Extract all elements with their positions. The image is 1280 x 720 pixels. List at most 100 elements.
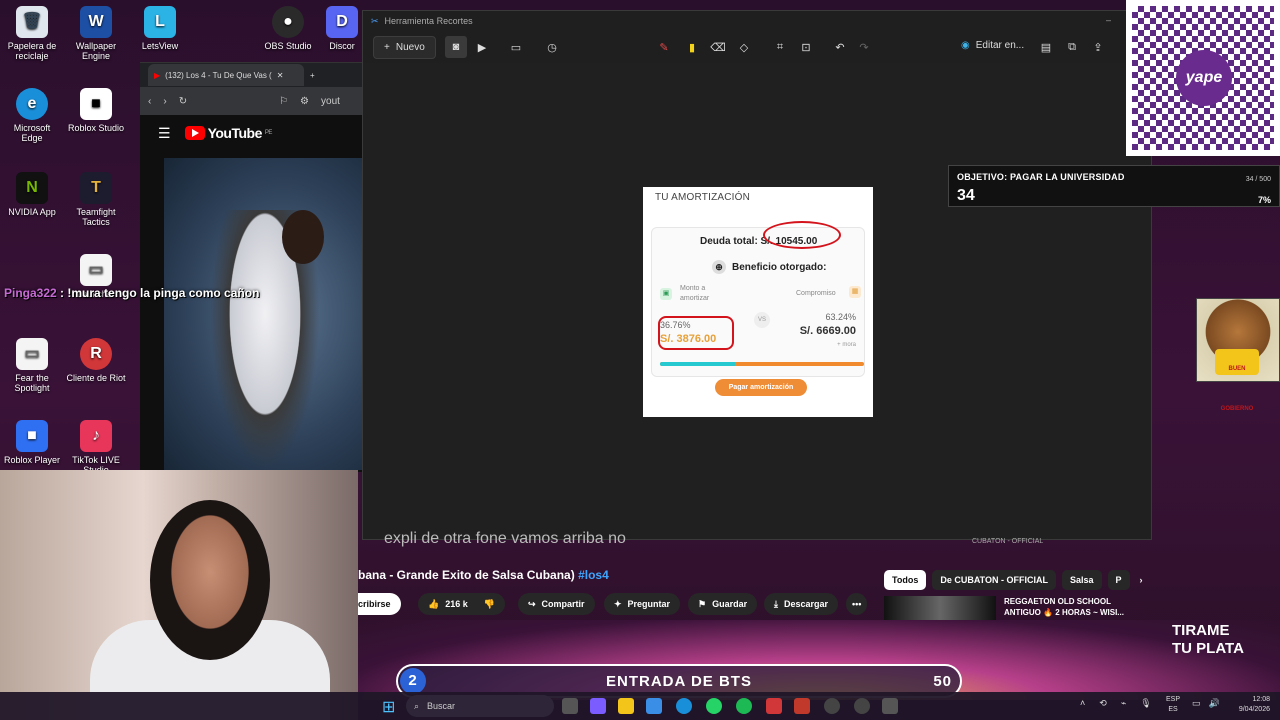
monto-label: Monto a amortizar bbox=[680, 285, 710, 302]
url-field[interactable]: yout bbox=[321, 96, 340, 107]
like-button[interactable]: 👍 216 k 👎 bbox=[418, 593, 505, 615]
youtube-play-icon bbox=[184, 126, 205, 140]
riot-logo-icon: R bbox=[80, 338, 112, 370]
letsview-icon[interactable]: L LetsView bbox=[130, 6, 190, 51]
yape-qr-code: yape bbox=[1126, 0, 1280, 156]
timer-icon[interactable]: ◷ bbox=[541, 36, 563, 58]
crop-icon[interactable]: ⌗ bbox=[769, 36, 791, 58]
icon-label: Wallpaper Engine bbox=[75, 41, 117, 61]
roblox-studio-logo-icon: ■ bbox=[80, 88, 112, 120]
benefit-row: ⊕ Beneficio otorgado: bbox=[712, 260, 826, 274]
ask-button[interactable]: ✦ Preguntar bbox=[604, 593, 681, 615]
icon-label: Roblox Studio bbox=[67, 123, 125, 133]
obs-taskbar-icon[interactable] bbox=[824, 698, 840, 714]
youtube-logo[interactable]: YouTube PE bbox=[184, 125, 272, 141]
edit-in-label: Editar en... bbox=[975, 40, 1025, 51]
globe-icon: ⊕ bbox=[712, 260, 726, 274]
save-icon[interactable]: ▤ bbox=[1035, 36, 1057, 58]
pay-amortization-button[interactable]: Pagar amortización bbox=[715, 379, 807, 396]
language-indicator[interactable]: ESP ES bbox=[1166, 695, 1180, 715]
video-subtitle: expli de otra fone vamos arriba no bbox=[384, 530, 626, 547]
edge-taskbar-icon[interactable] bbox=[676, 698, 692, 714]
back-icon[interactable]: ‹ bbox=[148, 96, 151, 107]
close-tab-icon[interactable]: ✕ bbox=[277, 71, 284, 80]
task-view-icon[interactable] bbox=[562, 698, 578, 714]
chevron-up-icon[interactable]: ˄ bbox=[1080, 698, 1085, 709]
clock[interactable]: 12:08 9/04/2026 bbox=[1239, 695, 1270, 715]
chip-cubaton[interactable]: De CUBATON - OFFICIAL bbox=[932, 570, 1056, 590]
thumb-down-icon[interactable]: 👎 bbox=[484, 599, 495, 610]
new-tab-icon[interactable]: + bbox=[310, 71, 315, 80]
share-button[interactable]: ↪ Compartir bbox=[518, 593, 595, 615]
edit-in-button[interactable]: ◉ Editar en... bbox=[961, 40, 1024, 51]
site-info-icon[interactable]: ⚙ bbox=[300, 96, 309, 107]
app2-taskbar-icon[interactable] bbox=[882, 698, 898, 714]
rectangle-mode-icon[interactable]: ▭ bbox=[505, 36, 527, 58]
roblox-studio-icon[interactable]: ■ Roblox Studio bbox=[66, 88, 126, 133]
share-icon[interactable]: ⇪ bbox=[1087, 36, 1109, 58]
side-channel-name: CUBATON - OFFICIAL bbox=[972, 538, 1044, 545]
bookmark-icon[interactable]: ⚐ bbox=[279, 96, 288, 107]
subscribe-button[interactable]: cribirse bbox=[358, 593, 401, 615]
store-icon[interactable] bbox=[646, 698, 662, 714]
video-hashtag[interactable]: #los4 bbox=[578, 568, 609, 582]
sync-icon[interactable]: ⟲ bbox=[1099, 698, 1107, 709]
fear-the-spotlight-icon[interactable]: ▭ Fear the Spotlight bbox=[2, 338, 62, 393]
obs-studio-icon[interactable]: ● OBS Studio bbox=[258, 6, 318, 51]
file-explorer-icon[interactable] bbox=[618, 698, 634, 714]
lang-code: ESP bbox=[1166, 696, 1181, 703]
recycle-bin-icon[interactable]: 🗑 Papelera de reciclaje bbox=[2, 6, 62, 61]
screenshot-mode-icon[interactable]: ◙ bbox=[445, 36, 467, 58]
reload-icon[interactable]: ↻ bbox=[179, 96, 187, 107]
trash-icon: 🗑 bbox=[16, 6, 48, 38]
minimize-icon[interactable]: – bbox=[1106, 15, 1111, 25]
menu-icon[interactable]: ☰ bbox=[158, 125, 171, 142]
download-label: Descargar bbox=[783, 599, 829, 609]
quick-settings[interactable]: ▭ 🔊 bbox=[1192, 698, 1220, 709]
recommended-video[interactable]: REGGAETON OLD SCHOOL ANTIGUO 🔥 2 HORAS ~… bbox=[884, 596, 1154, 622]
chip-salsa[interactable]: Salsa bbox=[1062, 570, 1102, 590]
highlighter-icon[interactable]: ▮ bbox=[681, 36, 703, 58]
snipping-tool-taskbar-icon[interactable] bbox=[794, 698, 810, 714]
new-snip-button[interactable]: + Nuevo bbox=[373, 35, 436, 59]
copilot-icon[interactable] bbox=[590, 698, 606, 714]
redo-icon[interactable]: ↷ bbox=[853, 36, 875, 58]
more-icon: ••• bbox=[852, 599, 862, 609]
save-button[interactable]: ⚑ Guardar bbox=[688, 593, 758, 615]
nvidia-app-icon[interactable]: N NVIDIA App bbox=[2, 172, 62, 217]
roblox-logo-icon: ■ bbox=[16, 420, 48, 452]
download-button[interactable]: ⤓ Descargar bbox=[764, 593, 839, 615]
chip-todos[interactable]: Todos bbox=[884, 570, 927, 590]
wallpaper-engine-icon[interactable]: W Wallpaper Engine bbox=[66, 6, 126, 61]
goal-widget: OBJETIVO: PAGAR LA UNIVERSIDAD 34 34 / 5… bbox=[948, 165, 1280, 207]
riot-taskbar-icon[interactable] bbox=[766, 698, 782, 714]
tiktok-live-studio-icon[interactable]: ♪TikTok LIVE Studio bbox=[66, 420, 126, 475]
riot-client-icon[interactable]: R Cliente de Riot bbox=[66, 338, 126, 383]
roblox-player-icon[interactable]: ■ Roblox Player bbox=[2, 420, 62, 465]
eraser-icon[interactable]: ⌫ bbox=[707, 36, 729, 58]
forward-icon[interactable]: › bbox=[163, 96, 166, 107]
icon-label: Microsoft Edge bbox=[13, 123, 51, 143]
volume-icon: 🔊 bbox=[1208, 698, 1220, 708]
video-player[interactable] bbox=[164, 158, 362, 470]
start-icon[interactable]: ⊞ bbox=[382, 697, 395, 717]
chevron-right-icon[interactable]: › bbox=[1136, 570, 1147, 590]
copy-icon[interactable]: ⧉ bbox=[1061, 36, 1083, 58]
taskbar-search[interactable]: ⌕ Buscar bbox=[406, 695, 554, 717]
discord-icon[interactable]: D Discor bbox=[322, 6, 362, 51]
chip-more[interactable]: P bbox=[1107, 570, 1130, 590]
clock-time: 12:08 bbox=[1252, 696, 1270, 703]
edge-icon[interactable]: e Microsoft Edge bbox=[2, 88, 62, 143]
teamfight-tactics-icon[interactable]: T Teamfight Tactics bbox=[66, 172, 126, 227]
shapes-icon[interactable]: ◇ bbox=[733, 36, 755, 58]
network-icon[interactable]: ⌁ bbox=[1121, 698, 1126, 709]
mic-icon[interactable]: 🎙 bbox=[1140, 698, 1151, 709]
pen-icon[interactable]: ✎ bbox=[653, 36, 675, 58]
whatsapp-icon[interactable] bbox=[706, 698, 722, 714]
browser-tab[interactable]: ▶ (132) Los 4 - Tu De Que Vas ( ✕ bbox=[148, 64, 304, 86]
text-actions-icon[interactable]: ⊡ bbox=[795, 36, 817, 58]
app-taskbar-icon[interactable] bbox=[854, 698, 870, 714]
video-mode-icon[interactable]: ▶ bbox=[471, 36, 493, 58]
spotify-icon[interactable] bbox=[736, 698, 752, 714]
undo-icon[interactable]: ↶ bbox=[829, 36, 851, 58]
